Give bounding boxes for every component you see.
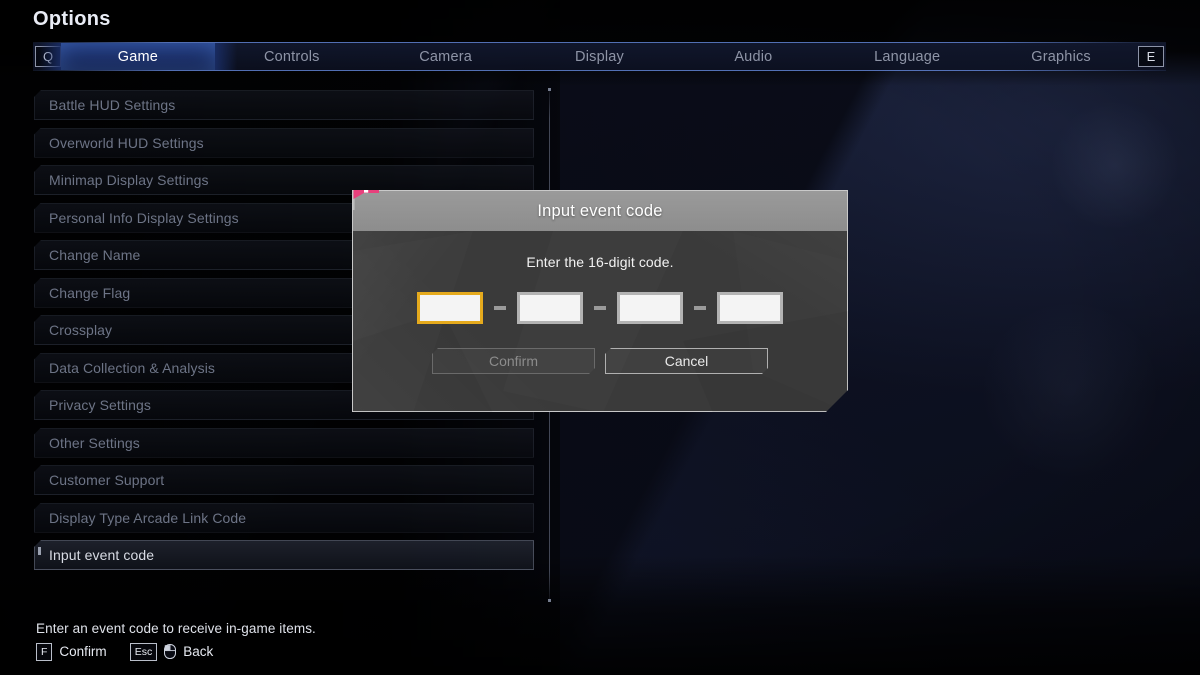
list-item[interactable]: Other Settings — [34, 427, 534, 458]
tab-graphics[interactable]: Graphics — [984, 43, 1138, 70]
mouse-icon — [164, 644, 177, 660]
list-item-label: Minimap Display Settings — [49, 172, 209, 188]
code-input-3[interactable] — [617, 292, 683, 324]
cancel-button[interactable]: Cancel — [605, 348, 768, 374]
code-input-2[interactable] — [517, 292, 583, 324]
code-input-row — [353, 292, 847, 324]
dialog-title-bar: Input event code — [353, 191, 847, 231]
footer-description: Enter an event code to receive in-game i… — [36, 620, 316, 636]
list-item[interactable]: Battle HUD Settings — [34, 90, 534, 120]
next-tab-key-hint[interactable]: E — [1138, 46, 1165, 67]
tab-bar-bottom-rule — [33, 70, 1166, 71]
list-item-label: Personal Info Display Settings — [49, 209, 239, 226]
footer-hints: F Confirm Esc Back — [36, 642, 316, 661]
divider-cap — [548, 599, 551, 602]
tab-bar: Q Game Controls Camera Display Audio Lan… — [33, 42, 1166, 71]
key-hint-f-label: Confirm — [59, 644, 107, 660]
footer: Enter an event code to receive in-game i… — [36, 620, 316, 661]
input-event-code-dialog: Input event code Enter the 16-digit code… — [352, 190, 848, 412]
list-item-label: Customer Support — [49, 472, 165, 488]
list-item-label: Crossplay — [49, 322, 113, 338]
tab-language[interactable]: Language — [830, 43, 984, 70]
tab-audio[interactable]: Audio — [676, 43, 830, 70]
divider-cap — [548, 88, 551, 91]
list-item[interactable]: Display Type Arcade Link Code — [34, 502, 534, 533]
page-title: Options — [33, 8, 111, 30]
dialog-button-row: Confirm Cancel — [353, 348, 847, 374]
tab-controls[interactable]: Controls — [215, 43, 369, 70]
confirm-button[interactable]: Confirm — [432, 348, 595, 374]
list-item[interactable]: Customer Support — [34, 465, 534, 495]
list-item-label: Display Type Arcade Link Code — [49, 509, 247, 526]
tab-camera[interactable]: Camera — [369, 43, 523, 70]
selection-marker-icon — [38, 547, 41, 555]
list-item-label: Input event code — [49, 547, 155, 563]
tab-display[interactable]: Display — [523, 43, 677, 70]
code-separator-dash-icon — [594, 306, 606, 310]
list-item-label: Change Flag — [49, 284, 131, 301]
tabs-container: Q Game Controls Camera Display Audio Lan… — [33, 43, 1166, 70]
list-item-input-event-code[interactable]: Input event code — [34, 540, 534, 570]
list-item-label: Other Settings — [49, 434, 140, 451]
code-separator-dash-icon — [694, 306, 706, 310]
list-item[interactable]: Overworld HUD Settings — [34, 127, 534, 158]
list-item-label: Data Collection & Analysis — [49, 359, 216, 376]
list-item-label: Privacy Settings — [49, 397, 151, 413]
code-separator-dash-icon — [494, 306, 506, 310]
dialog-body: Enter the 16-digit code. Confirm Cancel — [353, 254, 847, 374]
list-item-label: Battle HUD Settings — [49, 97, 176, 113]
key-hint-f[interactable]: F — [36, 642, 53, 661]
dialog-title: Input event code — [537, 201, 663, 220]
key-hint-esc[interactable]: Esc — [129, 642, 158, 661]
code-input-1[interactable] — [417, 292, 483, 324]
key-hint-esc-label: Back — [183, 644, 214, 660]
tab-game[interactable]: Game — [39, 43, 237, 70]
dialog-message: Enter the 16-digit code. — [526, 254, 674, 270]
list-item-label: Overworld HUD Settings — [49, 134, 204, 151]
list-item-label: Change Name — [49, 247, 141, 263]
code-input-4[interactable] — [717, 292, 783, 324]
